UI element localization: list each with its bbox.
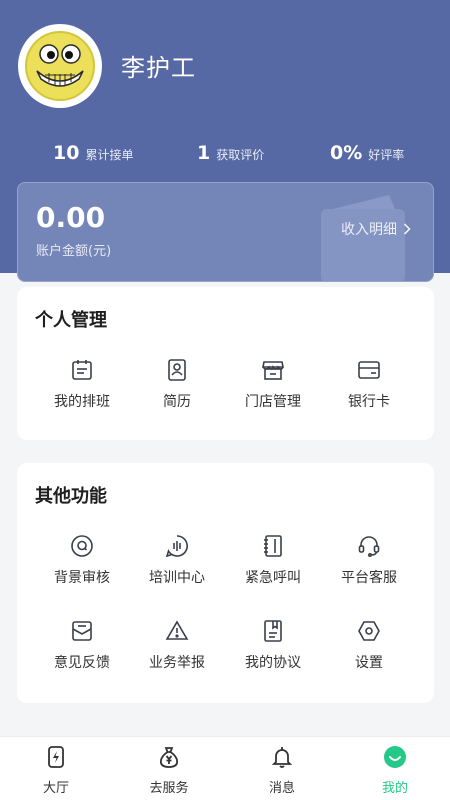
chevron-right-icon	[403, 223, 411, 235]
other-functions-card: 其他功能 背景审核 培训中心 紧急呼叫 平台客服 意见反馈 业务举报 我的协议 …	[17, 463, 434, 703]
menu-item-settings[interactable]: 设置	[317, 618, 421, 672]
tab-label: 去服务	[149, 781, 189, 796]
menu-item-label: 设置	[355, 655, 383, 671]
lightning-phone-icon	[42, 743, 70, 771]
envelope-icon	[69, 618, 95, 644]
menu-item-report[interactable]: 业务举报	[125, 618, 229, 672]
audio-wave-icon	[164, 533, 190, 559]
smile-icon	[381, 743, 409, 771]
notebook-icon	[260, 533, 286, 559]
tab-messages[interactable]: 消息	[226, 743, 338, 796]
menu-item-label: 平台客服	[341, 570, 397, 586]
stat-label: 好评率	[368, 148, 405, 162]
menu-item-background-check[interactable]: 背景审核	[30, 533, 134, 587]
tab-label: 消息	[268, 781, 295, 796]
bell-icon	[268, 743, 296, 771]
personal-management-card: 个人管理 我的排班 简历 门店管理 银行卡	[17, 287, 434, 440]
balance-card: 0.00 账户金额(元) 收入明细	[17, 182, 434, 282]
menu-item-label: 背景审核	[54, 570, 110, 586]
tab-mine[interactable]: 我的	[339, 743, 450, 796]
menu-item-store[interactable]: 门店管理	[221, 357, 325, 411]
settings-icon	[356, 618, 382, 644]
money-bag-icon	[155, 743, 183, 771]
menu-item-label: 我的协议	[245, 655, 301, 671]
menu-item-agreement[interactable]: 我的协议	[221, 618, 325, 672]
tab-label: 大厅	[42, 781, 69, 796]
income-detail-label: 收入明细	[341, 222, 397, 238]
tab-hall[interactable]: 大厅	[0, 743, 112, 796]
calendar-icon	[69, 357, 95, 383]
menu-item-label: 简历	[163, 394, 191, 410]
menu-item-feedback[interactable]: 意见反馈	[30, 618, 134, 672]
stat-reviews: 1 获取评价	[197, 142, 264, 164]
id-card-icon	[164, 357, 190, 383]
menu-item-emergency-call[interactable]: 紧急呼叫	[221, 533, 325, 587]
search-badge-icon	[69, 533, 95, 559]
menu-item-label: 业务举报	[149, 655, 205, 671]
menu-item-label: 意见反馈	[54, 655, 110, 671]
menu-item-label: 我的排班	[54, 394, 110, 410]
grinning-face-icon	[25, 31, 95, 101]
stat-label: 获取评价	[216, 148, 265, 162]
menu-item-label: 门店管理	[245, 394, 301, 410]
warning-icon	[164, 618, 190, 644]
balance-amount: 0.00	[36, 201, 106, 234]
stat-orders: 10 累计接单	[53, 142, 133, 164]
section-title: 其他功能	[35, 486, 107, 507]
user-name: 李护工	[121, 54, 196, 82]
stat-value: 10	[53, 142, 80, 164]
income-detail-link[interactable]: 收入明细	[341, 219, 411, 239]
bank-card-icon	[356, 357, 382, 383]
menu-item-customer-service[interactable]: 平台客服	[317, 533, 421, 587]
section-title: 个人管理	[35, 310, 107, 331]
menu-item-label: 培训中心	[149, 570, 205, 586]
bottom-tab-bar: 大厅 去服务 消息 我的	[0, 736, 450, 800]
balance-label: 账户金额(元)	[36, 244, 112, 259]
stat-positive-rate: 0% 好评率	[330, 142, 404, 164]
store-icon	[260, 357, 286, 383]
headset-icon	[356, 533, 382, 559]
menu-item-bank-card[interactable]: 银行卡	[317, 357, 421, 411]
menu-item-label: 银行卡	[348, 394, 390, 410]
menu-item-schedule[interactable]: 我的排班	[30, 357, 134, 411]
tab-label: 我的	[381, 781, 408, 796]
menu-item-training[interactable]: 培训中心	[125, 533, 229, 587]
stat-label: 累计接单	[85, 148, 134, 162]
stat-value: 1	[197, 142, 211, 164]
menu-item-resume[interactable]: 简历	[125, 357, 229, 411]
avatar[interactable]	[18, 24, 102, 108]
stats-row: 10 累计接单 1 获取评价 0% 好评率	[0, 142, 450, 172]
tab-service[interactable]: 去服务	[113, 743, 225, 796]
document-icon	[260, 618, 286, 644]
menu-item-label: 紧急呼叫	[245, 570, 301, 586]
stat-value: 0%	[330, 142, 363, 164]
